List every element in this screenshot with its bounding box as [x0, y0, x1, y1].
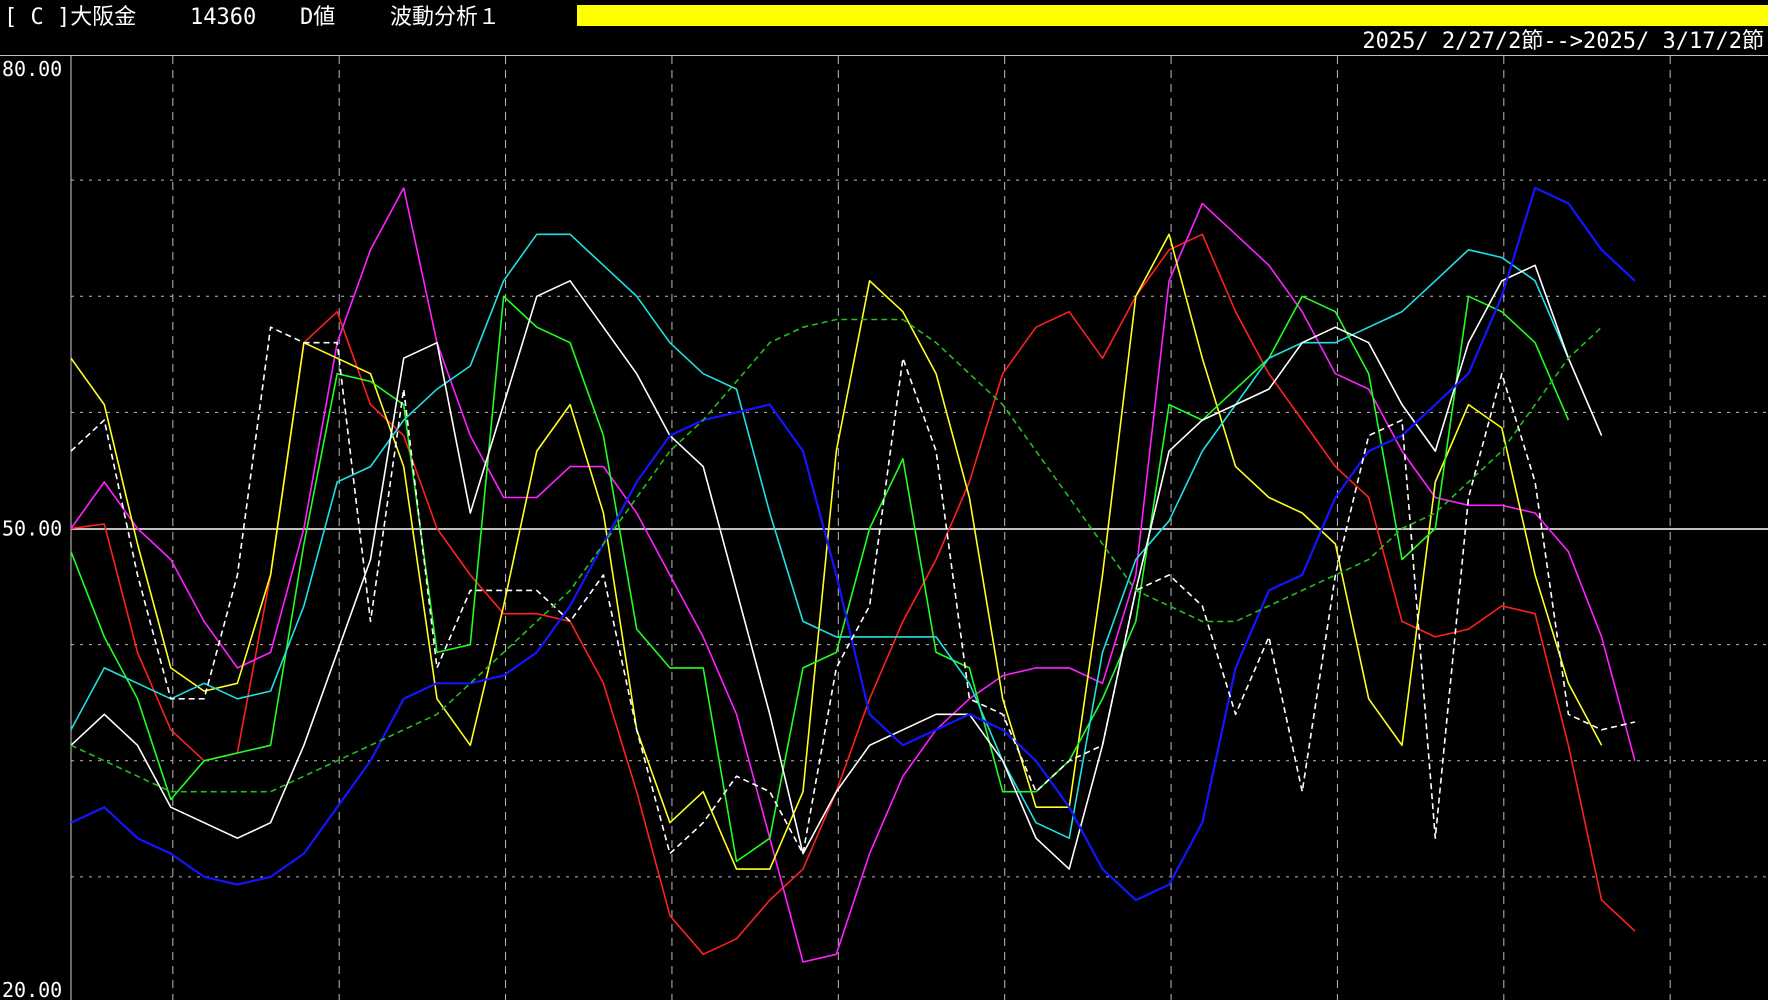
y-tick-label: 80.00 [2, 57, 62, 81]
y-tick-label: 20.00 [2, 978, 62, 1000]
y-tick-label: 50.00 [2, 517, 62, 541]
y-tick-labels: 80.00 50.00 20.00 [2, 57, 62, 1000]
wave-analysis-chart: 80.00 50.00 20.00 [2, 56, 1768, 1000]
plot-area [71, 64, 1768, 1000]
